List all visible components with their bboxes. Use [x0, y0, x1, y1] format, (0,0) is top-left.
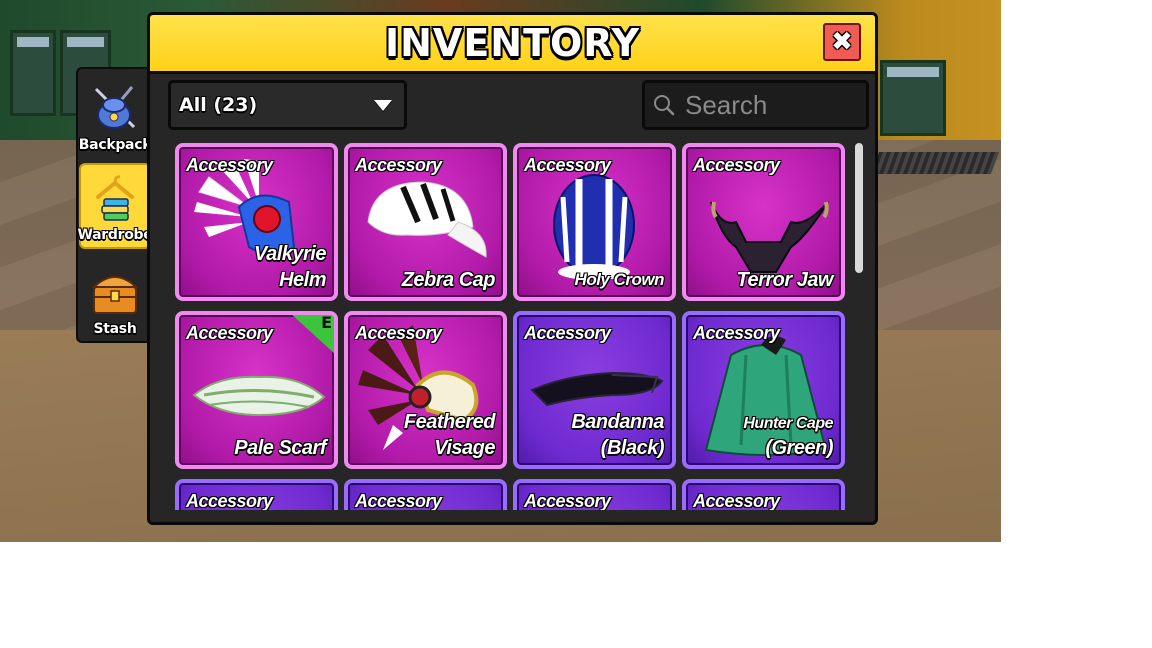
item-card-terror-jaw[interactable]: Accessory Terror Jaw: [682, 143, 845, 301]
item-type: Accessory: [186, 155, 273, 175]
item-card-valkyrie-helm[interactable]: Accessory Valkyrie Helm: [175, 143, 338, 301]
nav-backpack-button[interactable]: Backpack: [78, 71, 152, 157]
item-name: Zebra Cap: [401, 269, 496, 291]
building-window: [880, 60, 946, 136]
chest-icon: [88, 267, 142, 317]
item-card-pale-scarf[interactable]: E Accessory Pale Scarf: [175, 311, 338, 469]
close-icon: ✖: [831, 27, 853, 57]
item-type: Accessory: [693, 491, 780, 510]
nav-wardrobe-button[interactable]: Wardrobe: [77, 163, 153, 249]
item-type: Accessory: [693, 323, 780, 343]
item-name: Hunter Cape (Green): [686, 413, 833, 461]
item-type: Accessory: [186, 491, 273, 510]
hanger-icon: [88, 173, 142, 223]
item-name: Bandanna (Black): [571, 411, 664, 459]
item-card[interactable]: Accessory: [344, 479, 507, 510]
item-card[interactable]: Accessory: [513, 479, 676, 510]
item-type: Accessory: [355, 155, 442, 175]
equipped-badge-text: E: [321, 313, 332, 332]
search-icon: [653, 94, 675, 116]
side-nav: Backpack Wardrobe Stash: [76, 67, 153, 343]
item-name: Terror Jaw: [736, 269, 833, 291]
item-type: Accessory: [693, 155, 780, 175]
item-type: Accessory: [524, 491, 611, 510]
inventory-panel: INVENTORY ✖ All (23) Search Accessory Va…: [147, 12, 878, 525]
nav-wardrobe-label: Wardrobe: [77, 227, 153, 243]
search-input[interactable]: [683, 88, 857, 122]
item-name: Holy Crown: [574, 270, 665, 289]
item-card-hunter-cape-green[interactable]: Accessory Hunter Cape (Green): [682, 311, 845, 469]
item-type: Accessory: [524, 323, 611, 343]
close-button[interactable]: ✖: [823, 23, 861, 61]
item-type: Accessory: [186, 323, 273, 343]
scrollbar[interactable]: [855, 143, 863, 273]
nav-backpack-label: Backpack: [78, 137, 152, 153]
floor-grate: [870, 152, 1000, 174]
item-card-bandanna-black[interactable]: Accessory Bandanna (Black): [513, 311, 676, 469]
caret-down-icon: [374, 100, 392, 111]
filter-selected-value: All (23): [179, 94, 258, 116]
nav-stash-button[interactable]: Stash: [79, 255, 151, 341]
item-type: Accessory: [355, 491, 442, 510]
item-name-line2: (Green): [765, 437, 833, 459]
item-grid: Accessory Valkyrie Helm Accessory Zebra …: [175, 143, 845, 510]
item-card-feathered-visage[interactable]: Accessory Feathered Visage: [344, 311, 507, 469]
page-title: INVENTORY: [384, 21, 641, 65]
item-type: Accessory: [355, 323, 442, 343]
building-window: [10, 30, 56, 116]
item-name: Pale Scarf: [234, 437, 326, 459]
item-name-line1: Hunter Cape: [743, 415, 833, 432]
nav-stash-label: Stash: [93, 321, 137, 337]
backpack-icon: [88, 83, 142, 133]
item-name: Feathered Visage: [403, 411, 496, 459]
item-card[interactable]: Accessory: [682, 479, 845, 510]
item-card-holy-crown[interactable]: Accessory Holy Crown: [513, 143, 676, 301]
search-box: [642, 80, 869, 130]
item-name: Valkyrie Helm: [254, 243, 327, 291]
item-card-zebra-cap[interactable]: Accessory Zebra Cap: [344, 143, 507, 301]
item-type: Accessory: [524, 155, 611, 175]
title-bar: INVENTORY ✖: [150, 15, 875, 74]
item-card[interactable]: Accessory: [175, 479, 338, 510]
category-filter-dropdown[interactable]: All (23): [168, 80, 407, 130]
